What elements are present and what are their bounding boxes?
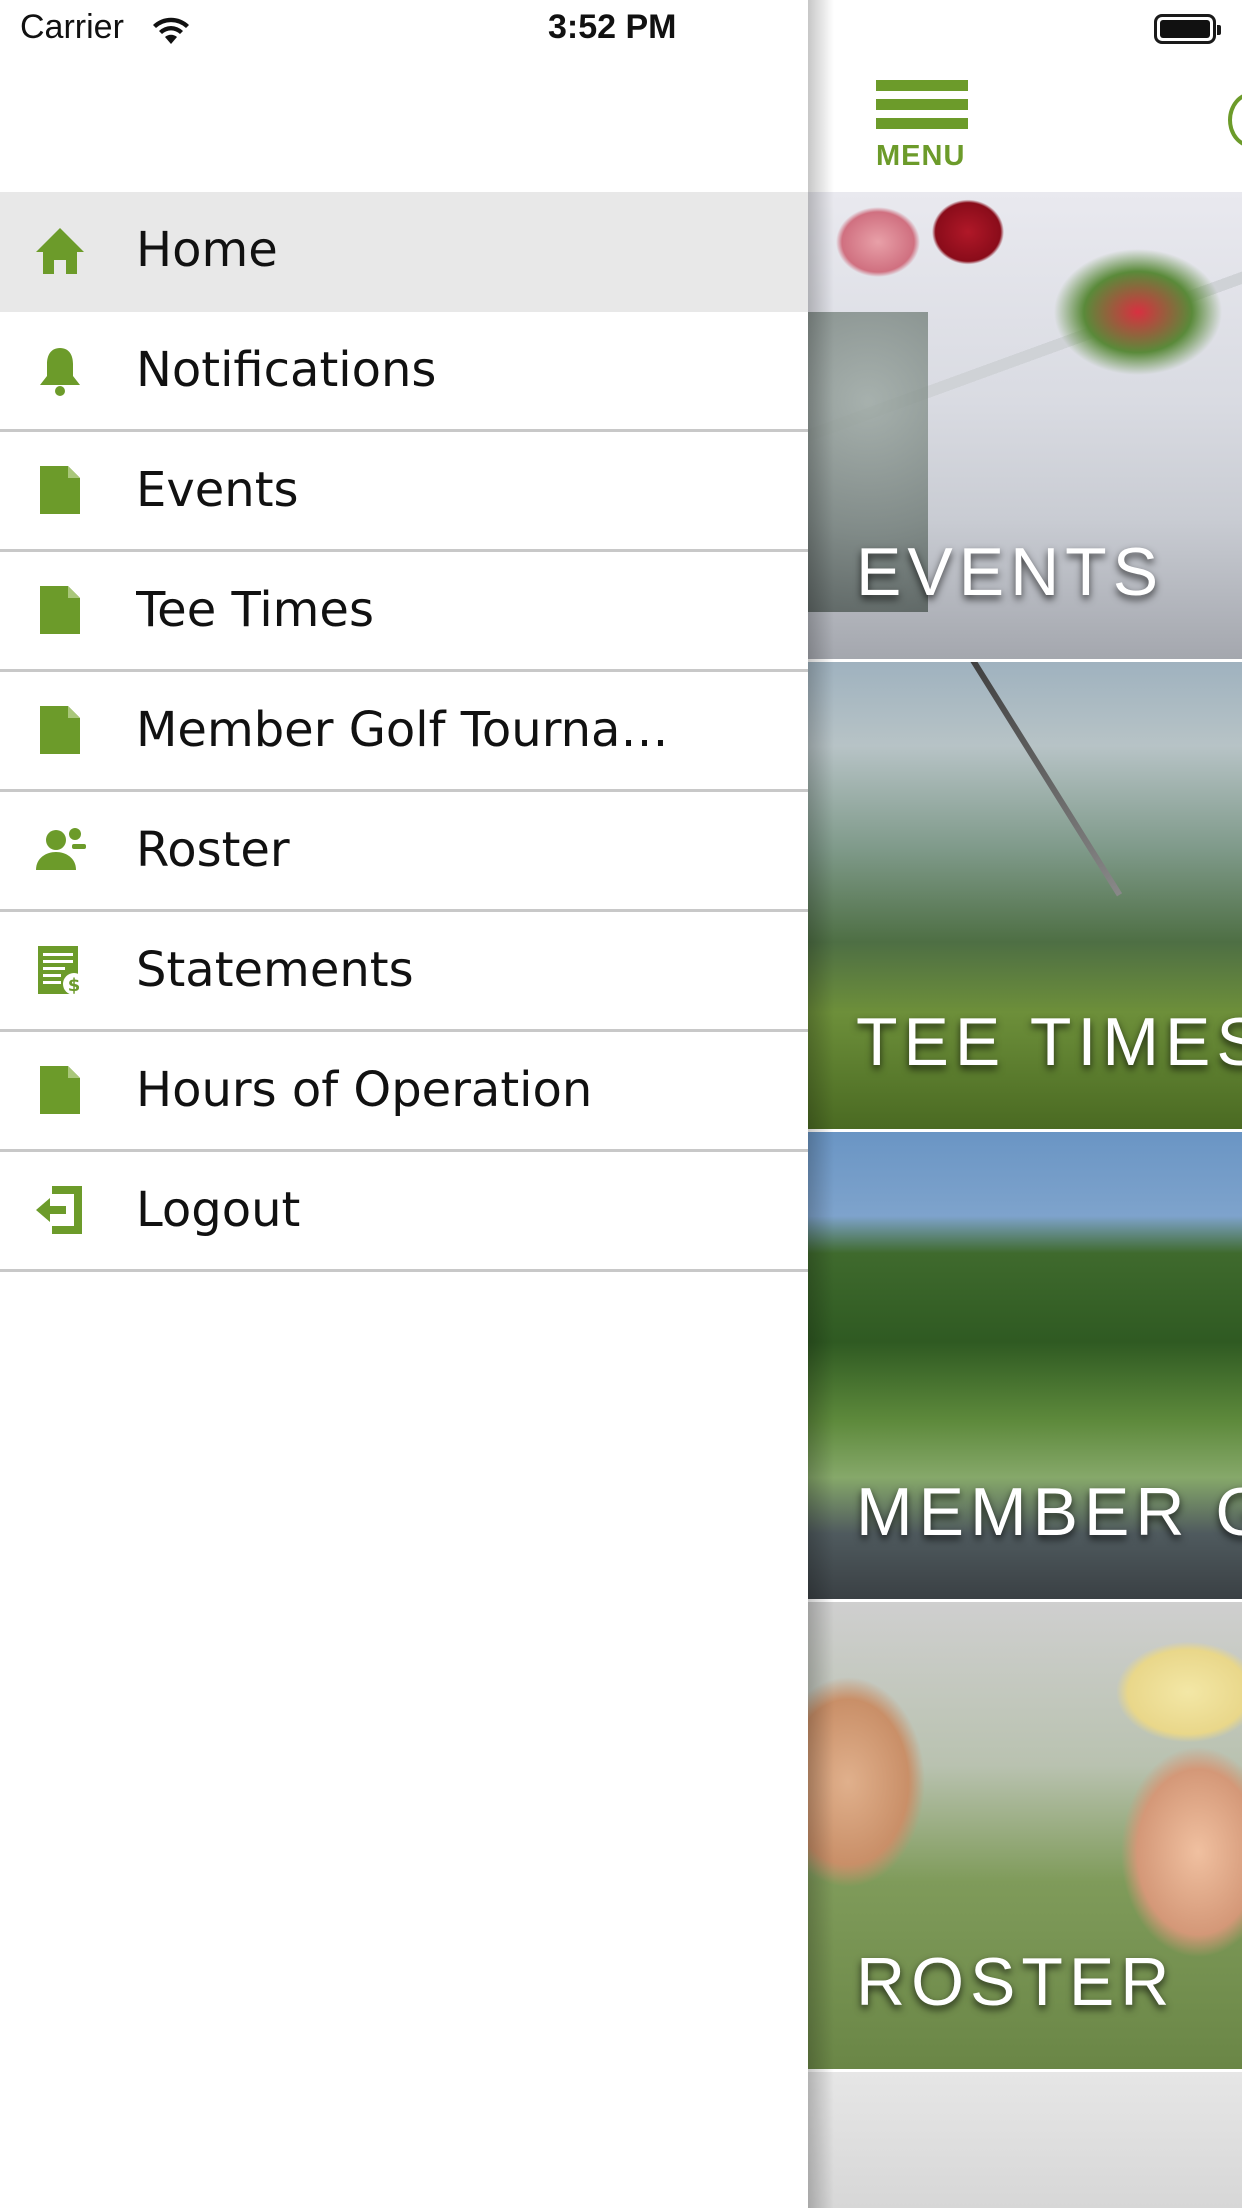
menu-item-logout[interactable]: Logout [0, 1152, 808, 1272]
tile-title: MEMBER G [856, 1474, 1242, 1550]
main-content: MENU EVENTS TEE TIMES MEMBER G ROSTER [808, 0, 1242, 2208]
menu-item-label: Logout [136, 1182, 301, 1238]
document-icon [40, 586, 80, 634]
tile-title: EVENTS [856, 534, 1165, 610]
status-time: 3:52 PM [548, 8, 677, 46]
drawer-menu: Home Notifications Events Tee Times Memb… [0, 192, 808, 1272]
menu-item-label: Home [136, 222, 278, 278]
svg-text:$: $ [68, 975, 81, 996]
tile-roster[interactable]: ROSTER [808, 1602, 1242, 2069]
club-logo [1228, 92, 1242, 148]
statement-icon: $ [38, 946, 85, 996]
drawer-shadow [808, 0, 834, 2208]
menu-button-label: MENU [876, 140, 966, 172]
menu-item-label: Events [136, 462, 299, 518]
carrier-label: Carrier [20, 8, 124, 46]
side-drawer: Carrier 3:52 PM Home Notifications Event… [0, 0, 808, 2208]
tile-next[interactable] [808, 2072, 1242, 2208]
menu-item-label: Roster [136, 822, 290, 878]
menu-item-home[interactable]: Home [0, 192, 808, 312]
menu-button[interactable]: MENU [868, 78, 968, 178]
menu-item-events[interactable]: Events [0, 432, 808, 552]
menu-item-label: Hours of Operation [136, 1062, 593, 1118]
tile-title: ROSTER [856, 1944, 1176, 2020]
menu-item-member-golf-tournament[interactable]: Member Golf Tournam… [0, 672, 808, 792]
menu-item-label: Statements [136, 942, 414, 998]
home-icon [36, 228, 84, 274]
bell-icon [40, 348, 80, 396]
hamburger-icon [876, 80, 968, 91]
wifi-icon [153, 17, 189, 44]
menu-item-label: Notifications [136, 342, 437, 398]
menu-item-label: Tee Times [136, 582, 374, 638]
logout-icon [36, 1186, 82, 1234]
menu-item-statements[interactable]: $ Statements [0, 912, 808, 1032]
menu-item-notifications[interactable]: Notifications [0, 312, 808, 432]
menu-item-roster[interactable]: Roster [0, 792, 808, 912]
battery-icon [1154, 14, 1221, 44]
menu-item-tee-times[interactable]: Tee Times [0, 552, 808, 672]
main-header: MENU [808, 0, 1242, 194]
tile-events[interactable]: EVENTS [808, 192, 1242, 659]
document-icon [40, 706, 80, 754]
tile-tee-times[interactable]: TEE TIMES [808, 662, 1242, 1129]
menu-item-hours-of-operation[interactable]: Hours of Operation [0, 1032, 808, 1152]
document-icon [40, 466, 80, 514]
person-icon [36, 828, 86, 870]
menu-item-label: Member Golf Tournam… [136, 702, 696, 758]
tile-title: TEE TIMES [856, 1004, 1242, 1080]
document-icon [40, 1066, 80, 1114]
tile-member-golf[interactable]: MEMBER G [808, 1132, 1242, 1599]
